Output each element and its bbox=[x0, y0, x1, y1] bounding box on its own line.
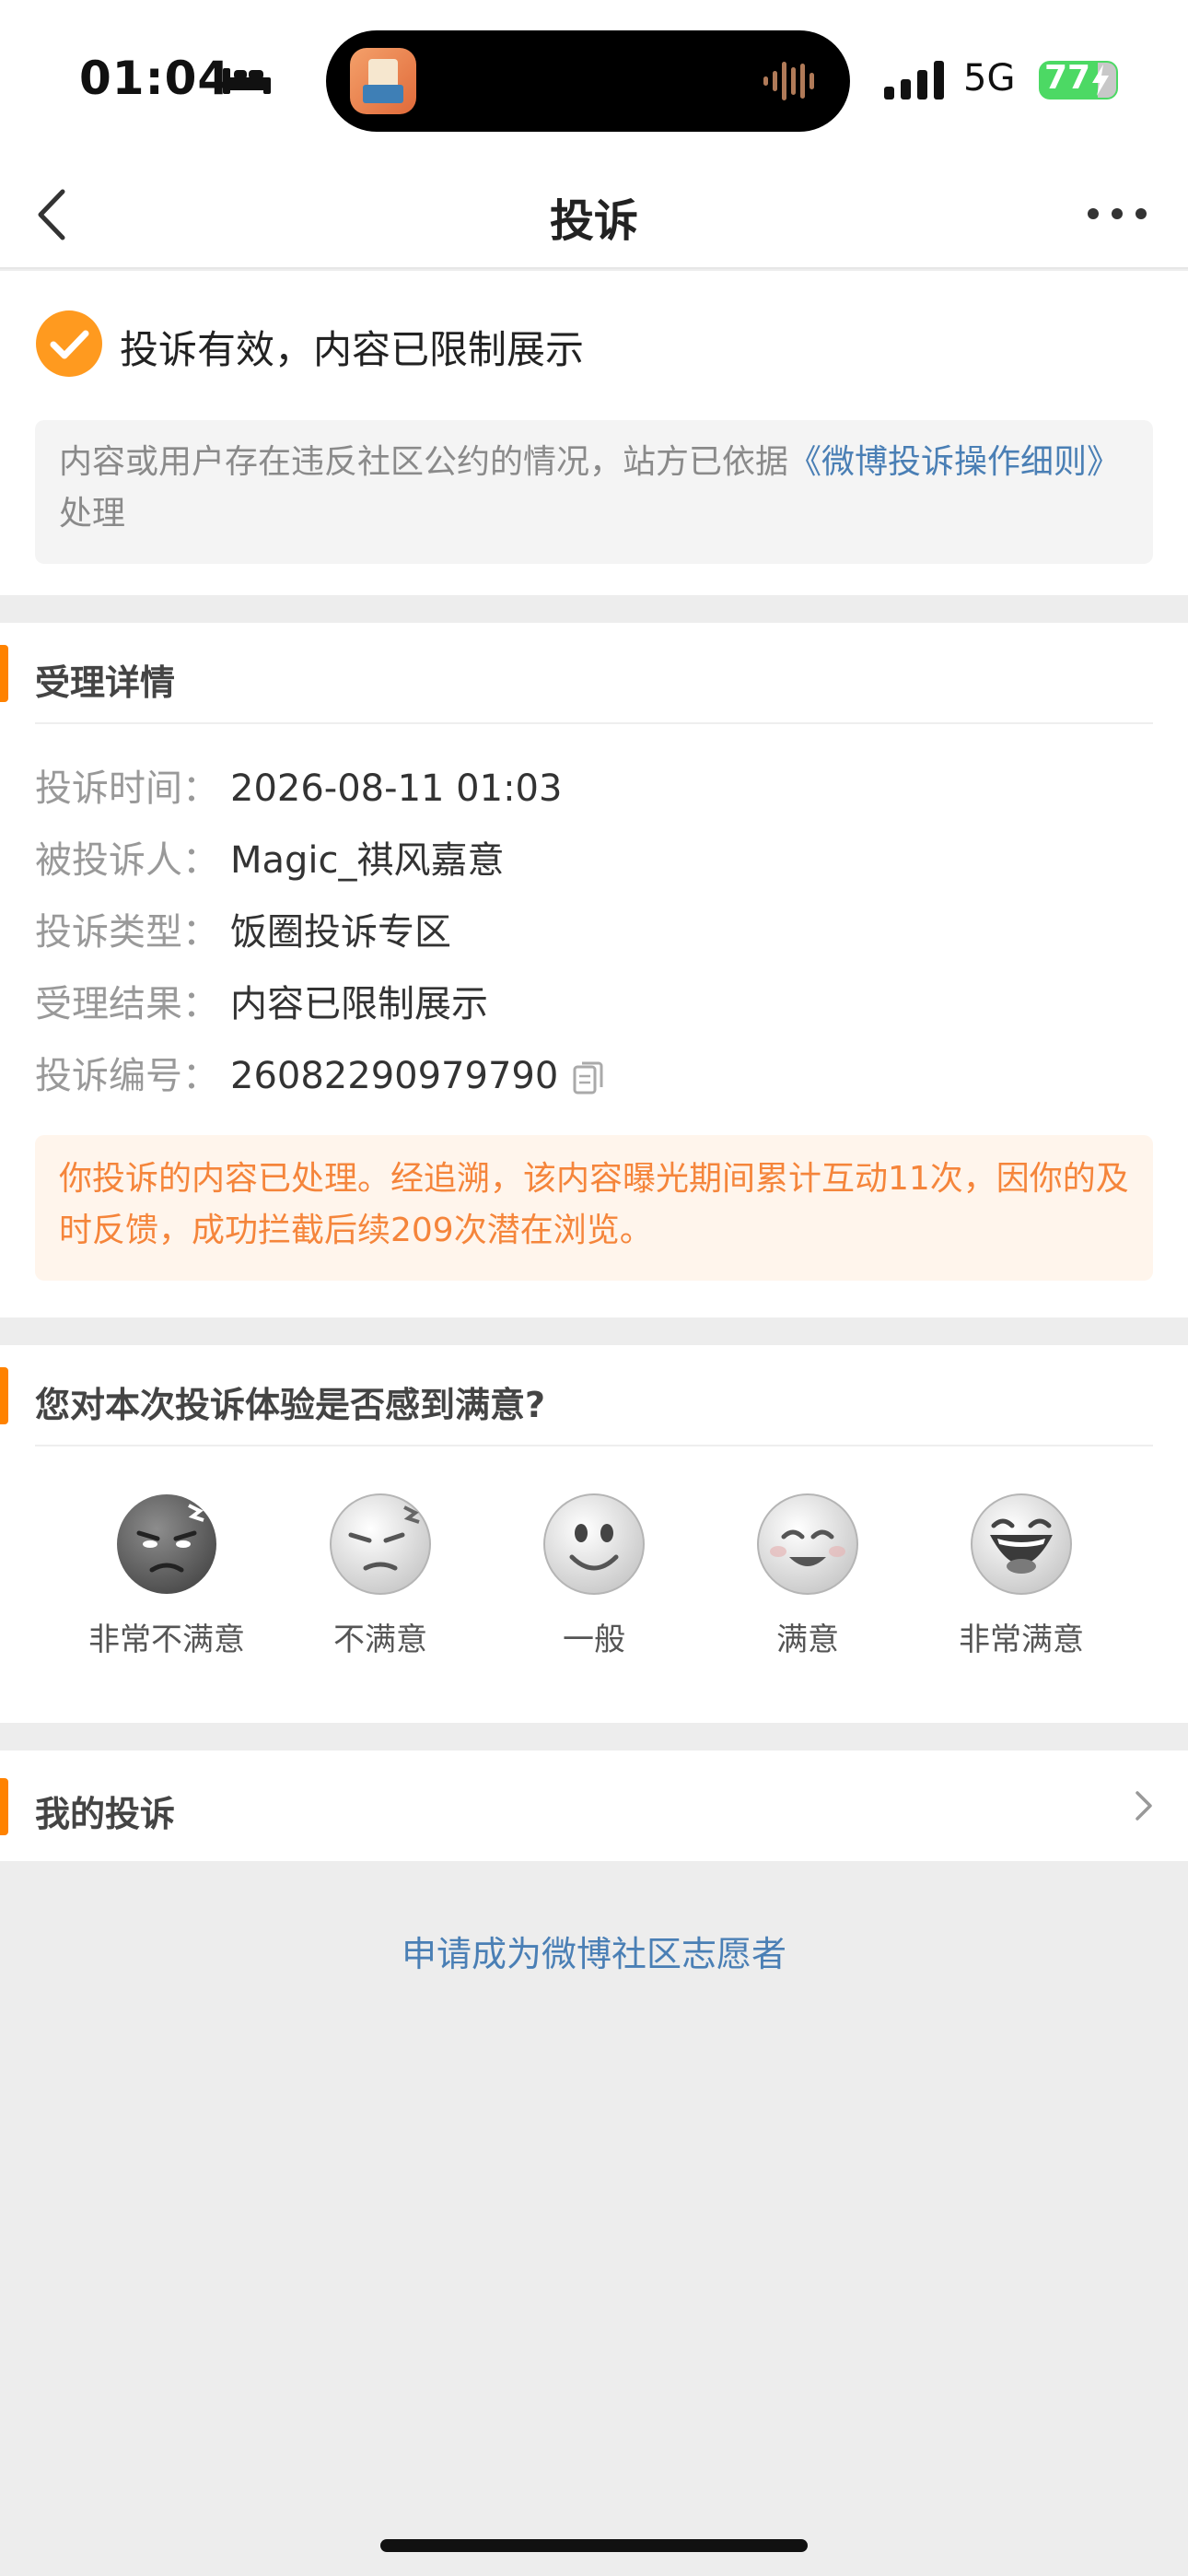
network-type: 5G bbox=[963, 57, 1016, 100]
my-complaints-row[interactable]: 我的投诉 bbox=[0, 1751, 1188, 1861]
rating-very-unsatisfied[interactable]: 非常不满意 bbox=[75, 1493, 259, 1677]
rating-satisfied[interactable]: 满意 bbox=[716, 1493, 900, 1677]
detail-value: 内容已限制展示 bbox=[230, 983, 488, 1025]
divider bbox=[35, 1445, 1153, 1446]
rule-text-suffix: 处理 bbox=[59, 495, 126, 533]
satisfied-emoji-icon bbox=[757, 1493, 858, 1595]
rule-text-prefix: 内容或用户存在违反社区公约的情况，站方已依据 bbox=[59, 443, 789, 481]
detail-label: 被投诉人： bbox=[35, 839, 219, 882]
battery-level: 77 bbox=[1044, 59, 1091, 97]
complaint-result-card: 投诉有效，内容已限制展示 内容或用户存在违反社区公约的情况，站方已依据《微博投诉… bbox=[0, 271, 1188, 595]
home-indicator[interactable] bbox=[380, 2539, 808, 2552]
detail-value: Magic_祺风嘉意 bbox=[230, 839, 505, 882]
status-bar: 01:04 5G 77 bbox=[0, 0, 1188, 158]
volunteer-apply-link[interactable]: 申请成为微博社区志愿者 bbox=[0, 1926, 1188, 1976]
rating-label: 不满意 bbox=[333, 1622, 427, 1658]
copy-icon[interactable] bbox=[571, 1060, 606, 1096]
navigation-bar: 投诉 bbox=[0, 158, 1188, 269]
detail-label: 投诉时间： bbox=[35, 767, 219, 810]
details-header: 受理详情 bbox=[0, 623, 1188, 724]
rating-very-satisfied[interactable]: 非常满意 bbox=[929, 1493, 1113, 1677]
chevron-right-icon bbox=[1136, 1791, 1152, 1821]
section-accent-bar bbox=[0, 1367, 8, 1424]
rule-link[interactable]: 《微博投诉操作细则》 bbox=[788, 443, 1120, 481]
detail-row-number: 投诉编号： 26082290979790 bbox=[35, 1048, 680, 1104]
detail-value: 26082290979790 bbox=[230, 1055, 559, 1097]
detail-value: 饭圈投诉专区 bbox=[230, 911, 451, 954]
complaint-page: 01:04 5G 77 投诉 投诉有效，内容已限制展示 内容或用户存在违反社区公… bbox=[0, 0, 1188, 2576]
rating-label: 一般 bbox=[563, 1622, 625, 1658]
satisfaction-question: 您对本次投诉体验是否感到满意? bbox=[35, 1385, 546, 1425]
rating-label: 非常不满意 bbox=[88, 1622, 245, 1658]
details-title: 受理详情 bbox=[35, 662, 176, 703]
rating-neutral[interactable]: 一般 bbox=[502, 1493, 686, 1677]
more-options-icon[interactable] bbox=[1085, 195, 1149, 232]
page-title: 投诉 bbox=[549, 195, 638, 247]
section-accent-bar bbox=[0, 645, 8, 702]
charging-bolt-icon bbox=[1092, 64, 1109, 96]
live-activity-app-icon bbox=[350, 48, 416, 114]
detail-label: 受理结果： bbox=[35, 983, 219, 1025]
satisfaction-survey-card: 您对本次投诉体验是否感到满意? 非常不满意 不满意 一般 满意 非常满意 bbox=[0, 1345, 1188, 1723]
detail-label: 投诉类型： bbox=[35, 911, 219, 954]
rating-unsatisfied[interactable]: 不满意 bbox=[288, 1493, 472, 1677]
result-title: 投诉有效，内容已限制展示 bbox=[120, 327, 585, 372]
status-time: 01:04 bbox=[79, 52, 231, 105]
rating-label: 非常满意 bbox=[959, 1622, 1084, 1658]
impact-notice: 你投诉的内容已处理。经追溯，该内容曝光期间累计互动11次，因你的及时反馈，成功拦… bbox=[35, 1135, 1153, 1281]
unsatisfied-emoji-icon bbox=[330, 1493, 431, 1595]
detail-value: 2026-08-11 01:03 bbox=[230, 767, 563, 810]
section-accent-bar bbox=[0, 1778, 8, 1835]
neutral-emoji-icon bbox=[543, 1493, 645, 1595]
very-unsatisfied-emoji-icon bbox=[117, 1494, 216, 1594]
success-check-icon bbox=[36, 310, 102, 377]
rating-label: 满意 bbox=[776, 1622, 839, 1658]
dynamic-island[interactable] bbox=[326, 30, 850, 132]
processing-details-card: 受理详情 投诉时间： 2026-08-11 01:03 被投诉人： Magic_… bbox=[0, 623, 1188, 1317]
very-satisfied-emoji-icon bbox=[971, 1493, 1072, 1595]
audio-waveform-icon bbox=[763, 62, 814, 100]
cellular-signal-icon bbox=[884, 61, 944, 100]
sleep-focus-icon bbox=[223, 68, 271, 94]
divider bbox=[35, 722, 1153, 724]
my-complaints-label: 我的投诉 bbox=[35, 1794, 176, 1834]
rule-explanation: 内容或用户存在违反社区公约的情况，站方已依据《微博投诉操作细则》处理 bbox=[35, 420, 1153, 564]
detail-label: 投诉编号： bbox=[35, 1055, 219, 1097]
